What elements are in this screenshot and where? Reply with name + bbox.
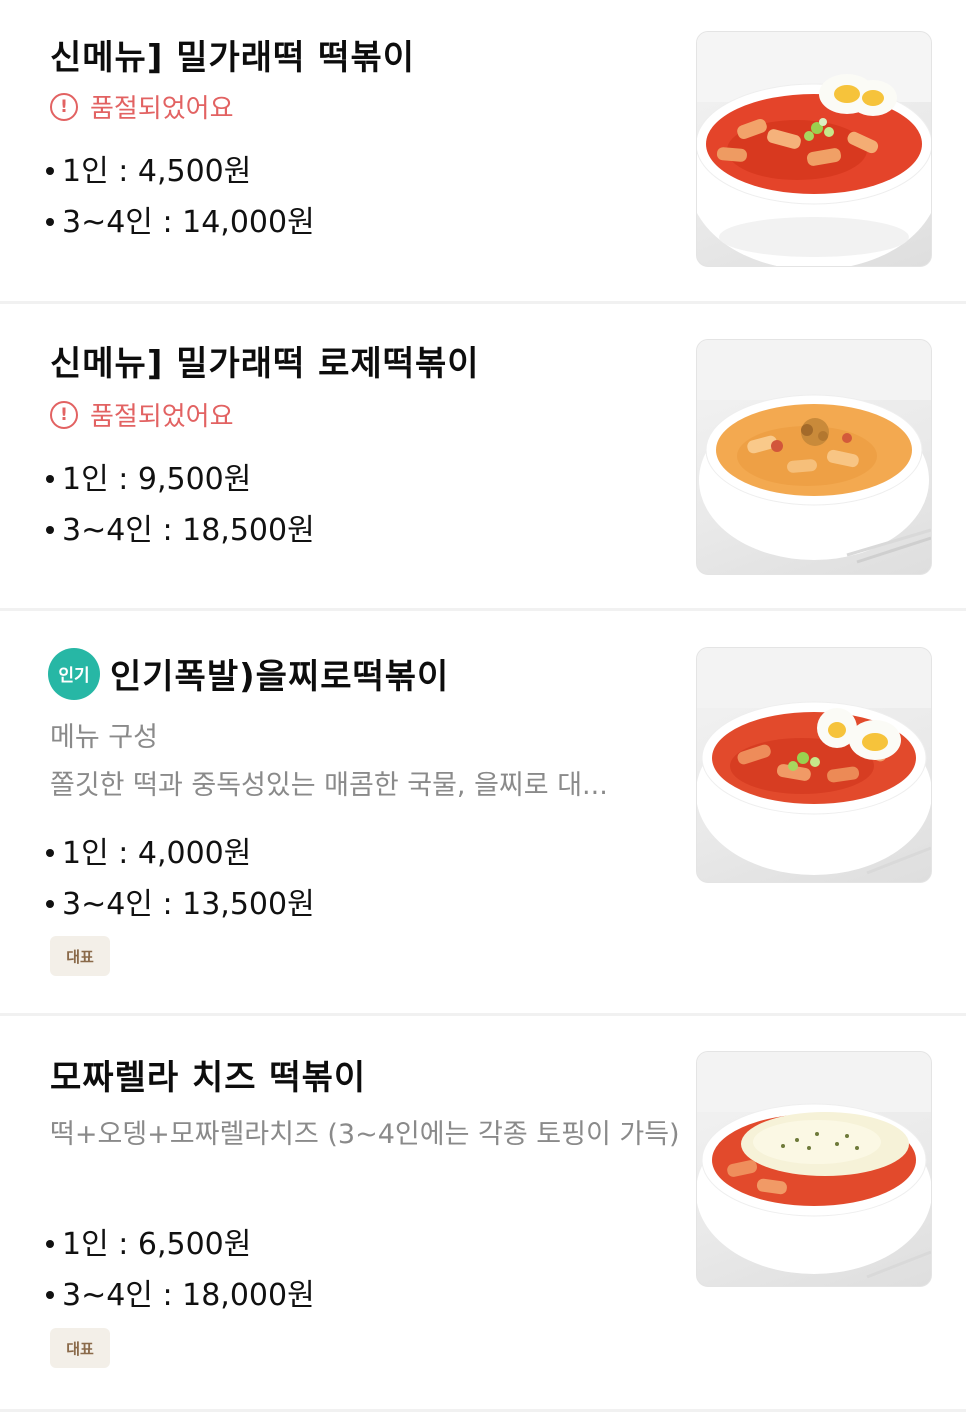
rose-tteokbokki-photo[interactable] xyxy=(696,339,932,575)
bullet-icon xyxy=(46,1239,54,1248)
bullet-icon xyxy=(46,217,54,226)
alert-circle-icon: ! xyxy=(50,92,78,121)
price-size-label: 1인 xyxy=(62,154,109,189)
menu-title-row: 모짜렐라 치즈 떡볶이 xyxy=(50,1050,366,1099)
price-value: 14,000원 xyxy=(182,205,315,240)
bullet-icon xyxy=(46,166,54,175)
menu-description: 떡+오뎅+모짜렐라치즈 (3~4인에는 각종 토핑이 가득) xyxy=(50,1119,680,1150)
menu-description: 쫄깃한 떡과 중독성있는 매콤한 국물, 을찌로 대... xyxy=(50,770,608,801)
menu-title: 모짜렐라 치즈 떡볶이 xyxy=(50,1058,367,1098)
soldout-label: 품절되었어요 xyxy=(90,94,234,124)
popular-badge: 인기 xyxy=(50,649,98,698)
menu-title: 인기폭발)을찌로떡볶이 xyxy=(110,657,450,697)
menu-item[interactable]: 인기 인기폭발)을찌로떡볶이 메뉴 구성 쫄깃한 떡과 중독성있는 매콤한 국물… xyxy=(0,611,966,1013)
alert-circle-icon: ! xyxy=(50,400,78,429)
price-value: 9,500원 xyxy=(137,462,252,497)
menu-title: 신메뉴] 밀가래떡 떡볶이 xyxy=(50,38,416,78)
menu-title-row: 신메뉴] 밀가래떡 로제떡볶이 xyxy=(50,336,480,385)
price-size-label: 1인 xyxy=(62,836,109,871)
menu-item[interactable]: 신메뉴] 밀가래떡 떡볶이 ! 품절되었어요 1인 : 4,500원 3~4인 … xyxy=(0,0,966,302)
cheese-tteokbokki-photo[interactable] xyxy=(696,1051,932,1287)
price-value: 6,500원 xyxy=(137,1227,252,1262)
price-value: 18,000원 xyxy=(182,1278,315,1313)
price-row: 3~4인 : 13,500원 xyxy=(46,879,315,923)
price-value: 18,500원 xyxy=(182,513,315,548)
price-size-label: 1인 xyxy=(62,1227,109,1262)
red-tteokbokki-egg-photo[interactable] xyxy=(696,31,932,267)
bullet-icon xyxy=(46,848,54,857)
soldout-label: 품절되었어요 xyxy=(90,402,234,432)
price-value: 4,000원 xyxy=(137,836,252,871)
menu-title-row: 인기 인기폭발)을찌로떡볶이 xyxy=(50,649,449,698)
soldout-status: ! 품절되었어요 xyxy=(50,396,234,433)
price-size-label: 3~4인 xyxy=(62,887,153,922)
price-row: 3~4인 : 18,000원 xyxy=(46,1270,315,1314)
menu-title: 신메뉴] 밀가래떡 로제떡볶이 xyxy=(50,344,480,384)
price-row: 3~4인 : 14,000원 xyxy=(46,197,315,241)
menu-item[interactable]: 신메뉴] 밀가래떡 로제떡볶이 ! 품절되었어요 1인 : 9,500원 3~4… xyxy=(0,304,966,608)
price-row: 1인 : 6,500원 xyxy=(46,1219,251,1263)
representative-tag: 대표 xyxy=(50,1328,110,1368)
menu-item[interactable]: 모짜렐라 치즈 떡볶이 떡+오뎅+모짜렐라치즈 (3~4인에는 각종 토핑이 가… xyxy=(0,1016,966,1412)
bullet-icon xyxy=(46,474,54,483)
price-row: 1인 : 9,500원 xyxy=(46,454,251,498)
bullet-icon xyxy=(46,899,54,908)
price-row: 1인 : 4,000원 xyxy=(46,828,251,872)
price-size-label: 3~4인 xyxy=(62,205,153,240)
price-row: 3~4인 : 18,500원 xyxy=(46,505,315,549)
price-value: 13,500원 xyxy=(182,887,315,922)
price-row: 1인 : 4,500원 xyxy=(46,146,251,190)
eulji-tteokbokki-egg-photo[interactable] xyxy=(696,647,932,883)
representative-tag: 대표 xyxy=(50,936,110,976)
price-size-label: 3~4인 xyxy=(62,1278,153,1313)
bullet-icon xyxy=(46,525,54,534)
price-size-label: 3~4인 xyxy=(62,513,153,548)
soldout-status: ! 품절되었어요 xyxy=(50,88,234,125)
price-size-label: 1인 xyxy=(62,462,109,497)
price-value: 4,500원 xyxy=(137,154,252,189)
bullet-icon xyxy=(46,1290,54,1299)
menu-desc-heading: 메뉴 구성 xyxy=(50,722,158,753)
menu-title-row: 신메뉴] 밀가래떡 떡볶이 xyxy=(50,30,415,79)
